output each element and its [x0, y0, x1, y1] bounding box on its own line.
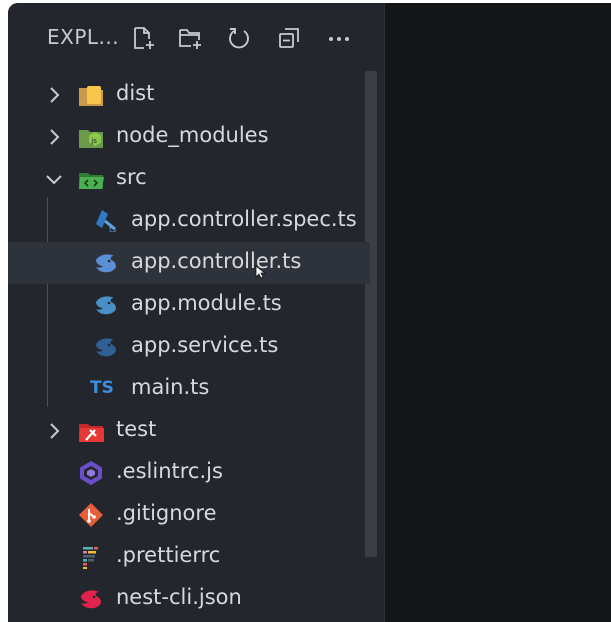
svg-text:js: js [90, 137, 97, 145]
tree-item-eslintrc[interactable]: .eslintrc.js [8, 452, 370, 494]
nest-service-icon [92, 334, 120, 360]
explorer-title: EXPL... [47, 25, 120, 49]
tree-item-label: .gitignore [116, 501, 217, 525]
tree-item-label: src [116, 165, 147, 189]
tree-item-label: app.module.ts [131, 291, 282, 315]
more-actions-button[interactable] [322, 21, 356, 55]
tree-item-label: test [116, 417, 157, 441]
tree-item-label: app.controller.spec.ts [131, 207, 357, 231]
tree-item-label: app.service.ts [131, 333, 279, 357]
git-icon [77, 502, 105, 528]
folder-src-icon [77, 166, 105, 192]
tree-item-nest-cli[interactable]: nest-cli.json [8, 578, 370, 620]
chevron-right-icon[interactable] [42, 83, 66, 107]
editor-area[interactable] [384, 3, 611, 622]
tree-item-gitignore[interactable]: .gitignore [8, 494, 370, 536]
new-file-icon [134, 27, 154, 49]
new-folder-icon [179, 29, 201, 49]
tree-item-app-module[interactable]: app.module.ts [8, 284, 370, 326]
new-folder-button[interactable] [173, 21, 207, 55]
collapse-all-icon [279, 28, 299, 48]
tree-item-dist[interactable]: dist [8, 74, 370, 116]
refresh-button[interactable] [222, 21, 256, 55]
chevron-down-icon[interactable] [42, 167, 66, 191]
folder-dist-icon [77, 82, 105, 108]
tree-item-label: dist [116, 81, 155, 105]
tree-item-node-modules[interactable]: js node_modules [8, 116, 370, 158]
collapse-all-button[interactable] [272, 21, 306, 55]
nest-cli-icon [77, 586, 105, 612]
more-actions-icon [329, 37, 349, 41]
refresh-icon [229, 28, 249, 49]
nest-controller-icon [92, 250, 120, 276]
tree-item-prettierrc[interactable]: .prettierrc [8, 536, 370, 578]
vscode-window: EXPL... dist js node_modules src ts app.… [8, 3, 611, 622]
tree-item-label: .eslintrc.js [116, 459, 223, 483]
tree-item-main-ts[interactable]: TS main.ts [8, 368, 370, 410]
tree-item-app-controller-spec[interactable]: ts app.controller.spec.ts [8, 200, 370, 242]
prettier-icon [77, 544, 105, 570]
tree-item-label: app.controller.ts [131, 249, 302, 273]
tree-item-test[interactable]: test [8, 410, 370, 452]
new-file-button[interactable] [126, 21, 160, 55]
mouse-cursor-icon [255, 265, 265, 279]
test-ts-icon: ts [92, 208, 120, 234]
explorer-header: EXPL... [8, 3, 384, 69]
folder-node-icon: js [77, 124, 105, 150]
tree-item-app-controller[interactable]: app.controller.ts [8, 242, 370, 284]
typescript-icon: TS [90, 378, 114, 398]
chevron-right-icon[interactable] [42, 125, 66, 149]
explorer-panel: EXPL... dist js node_modules src ts app.… [8, 3, 384, 622]
tree-item-label: nest-cli.json [116, 585, 242, 609]
tree-item-src[interactable]: src [8, 158, 370, 200]
tree-item-label: main.ts [131, 375, 210, 399]
tree-item-label: node_modules [116, 123, 269, 147]
nest-module-icon [92, 292, 120, 318]
folder-test-icon [77, 418, 105, 444]
tree-item-app-service[interactable]: app.service.ts [8, 326, 370, 368]
svg-text:ts: ts [109, 225, 116, 234]
chevron-right-icon[interactable] [42, 419, 66, 443]
eslint-icon [77, 460, 105, 486]
tree-item-label: .prettierrc [116, 543, 221, 567]
